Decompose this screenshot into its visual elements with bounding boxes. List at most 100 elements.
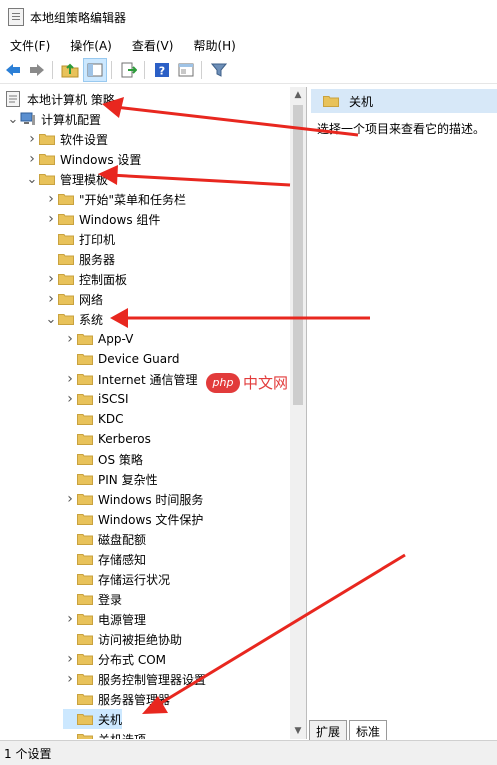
folder-icon <box>77 513 93 525</box>
tree-node[interactable]: 存储运行状况 <box>63 569 170 589</box>
expand-chevron-icon[interactable]: › <box>63 389 77 409</box>
collapse-chevron-icon[interactable]: ⌄ <box>44 309 58 329</box>
folder-icon <box>39 153 55 165</box>
tree-node[interactable]: › 软件设置 <box>25 129 108 149</box>
up-folder-icon[interactable] <box>59 59 81 81</box>
expand-chevron-icon[interactable]: › <box>25 149 39 169</box>
collapse-chevron-icon[interactable]: ⌄ <box>6 109 20 129</box>
tree-node[interactable]: › "开始"菜单和任务栏 <box>44 189 186 209</box>
tree-node[interactable]: › 分布式 COM <box>63 649 166 669</box>
expand-chevron-icon[interactable]: › <box>63 329 77 349</box>
expand-chevron-icon[interactable]: › <box>63 609 77 629</box>
tree-node[interactable]: 访问被拒绝协助 <box>63 629 182 649</box>
export-icon[interactable] <box>118 59 140 81</box>
tree-node[interactable]: › 服务控制管理器设置 <box>63 669 206 689</box>
toolbar: ? <box>0 57 497 84</box>
tree-node[interactable]: › 控制面板 <box>44 269 127 289</box>
tree-node[interactable]: 关机选项 <box>63 729 146 739</box>
tree-node[interactable]: ⌄ 系统 <box>44 309 103 329</box>
help-icon[interactable]: ? <box>151 59 173 81</box>
expand-chevron-icon[interactable]: › <box>63 369 77 389</box>
show-hide-tree-icon[interactable] <box>83 58 107 82</box>
tree-node[interactable]: 服务器管理器 <box>63 689 170 709</box>
expand-chevron-icon[interactable]: › <box>63 669 77 689</box>
folder-icon <box>58 253 74 265</box>
tree-node[interactable]: › App-V <box>63 329 133 349</box>
tree-node[interactable]: › Internet 通信管理 <box>63 369 197 389</box>
expand-chevron-icon[interactable]: › <box>25 129 39 149</box>
tree-node[interactable]: › 电源管理 <box>63 609 146 629</box>
tree-node[interactable]: 关机 <box>63 709 123 729</box>
tree-node-label: 磁盘配额 <box>98 532 147 547</box>
expand-chevron-icon[interactable]: › <box>44 209 58 229</box>
folder-icon <box>77 413 93 425</box>
details-title: 关机 <box>349 94 374 109</box>
expand-chevron-icon[interactable]: › <box>44 189 58 209</box>
folder-icon <box>77 493 93 505</box>
tree-node-label: 本地计算机 策略 <box>27 92 115 107</box>
tree-node-label: 关机选项 <box>98 731 146 740</box>
tree-node[interactable]: › iSCSI <box>63 389 128 409</box>
folder-icon <box>77 693 93 705</box>
tree-node[interactable]: › 网络 <box>44 289 103 309</box>
properties-icon[interactable] <box>175 59 197 81</box>
tree-node[interactable]: ⌄ 管理模板 <box>25 169 108 189</box>
tab-standard[interactable]: 标准 <box>349 720 388 740</box>
tab-extended[interactable]: 扩展 <box>309 720 348 740</box>
tree-scrollbar[interactable]: ▲ ▼ <box>290 87 306 739</box>
scroll-up-icon[interactable]: ▲ <box>290 87 306 103</box>
folder-icon <box>77 733 93 739</box>
collapse-chevron-icon[interactable]: ⌄ <box>25 169 39 189</box>
tree-node-label: 关机 <box>98 712 123 727</box>
tree-node[interactable]: 磁盘配额 <box>63 529 146 549</box>
menu-view[interactable]: 查看(V) <box>122 37 184 54</box>
tree-node[interactable]: Windows 文件保护 <box>63 509 203 529</box>
forward-icon[interactable] <box>26 59 48 81</box>
tree-node[interactable]: 存储感知 <box>63 549 146 569</box>
tree-node[interactable]: KDC <box>63 409 124 429</box>
details-description: 选择一个项目来查看它的描述。 <box>317 122 486 136</box>
expand-chevron-icon[interactable]: › <box>44 269 58 289</box>
tree-node-label: KDC <box>98 412 124 426</box>
expand-chevron-icon[interactable]: › <box>44 289 58 309</box>
computer-icon <box>20 112 36 126</box>
tree-node[interactable]: 本地计算机 策略 <box>6 89 115 109</box>
folder-icon <box>77 613 93 625</box>
tree-node[interactable]: 登录 <box>63 589 122 609</box>
folder-icon <box>77 713 93 725</box>
policy-icon <box>6 91 22 107</box>
menu-file[interactable]: 文件(F) <box>0 37 60 54</box>
tree-node[interactable]: OS 策略 <box>63 449 143 469</box>
folder-icon <box>77 373 93 385</box>
tree-node[interactable]: Kerberos <box>63 429 151 449</box>
watermark-logo: php <box>206 372 240 393</box>
tree-node[interactable]: ⌄ 计算机配置 <box>6 109 101 129</box>
status-bar: 1 个设置 <box>0 740 497 765</box>
tree-node[interactable]: PIN 复杂性 <box>63 469 158 489</box>
folder-icon <box>77 593 93 605</box>
tree-node[interactable]: › Windows 时间服务 <box>63 489 203 509</box>
filter-icon[interactable] <box>208 59 230 81</box>
tree-node[interactable]: 服务器 <box>44 249 115 269</box>
site-watermark: php 中文网 <box>206 372 288 393</box>
tree-node[interactable]: › Windows 组件 <box>44 209 160 229</box>
tree-node[interactable]: › Windows 设置 <box>25 149 141 169</box>
folder-icon <box>77 653 93 665</box>
tree-node-label: 电源管理 <box>98 612 147 627</box>
scrollbar-thumb[interactable] <box>293 105 303 405</box>
back-icon[interactable] <box>2 59 24 81</box>
menu-help[interactable]: 帮助(H) <box>183 37 245 54</box>
tree-node[interactable]: Device Guard <box>63 349 179 369</box>
tree-node[interactable]: 打印机 <box>44 229 115 249</box>
menu-action[interactable]: 操作(A) <box>60 37 122 54</box>
expand-chevron-icon[interactable]: › <box>63 649 77 669</box>
expand-chevron-icon[interactable]: › <box>63 489 77 509</box>
scroll-down-icon[interactable]: ▼ <box>290 723 306 739</box>
tree-node-label: Device Guard <box>98 352 180 366</box>
tree-node-label: 访问被拒绝协助 <box>98 632 183 647</box>
